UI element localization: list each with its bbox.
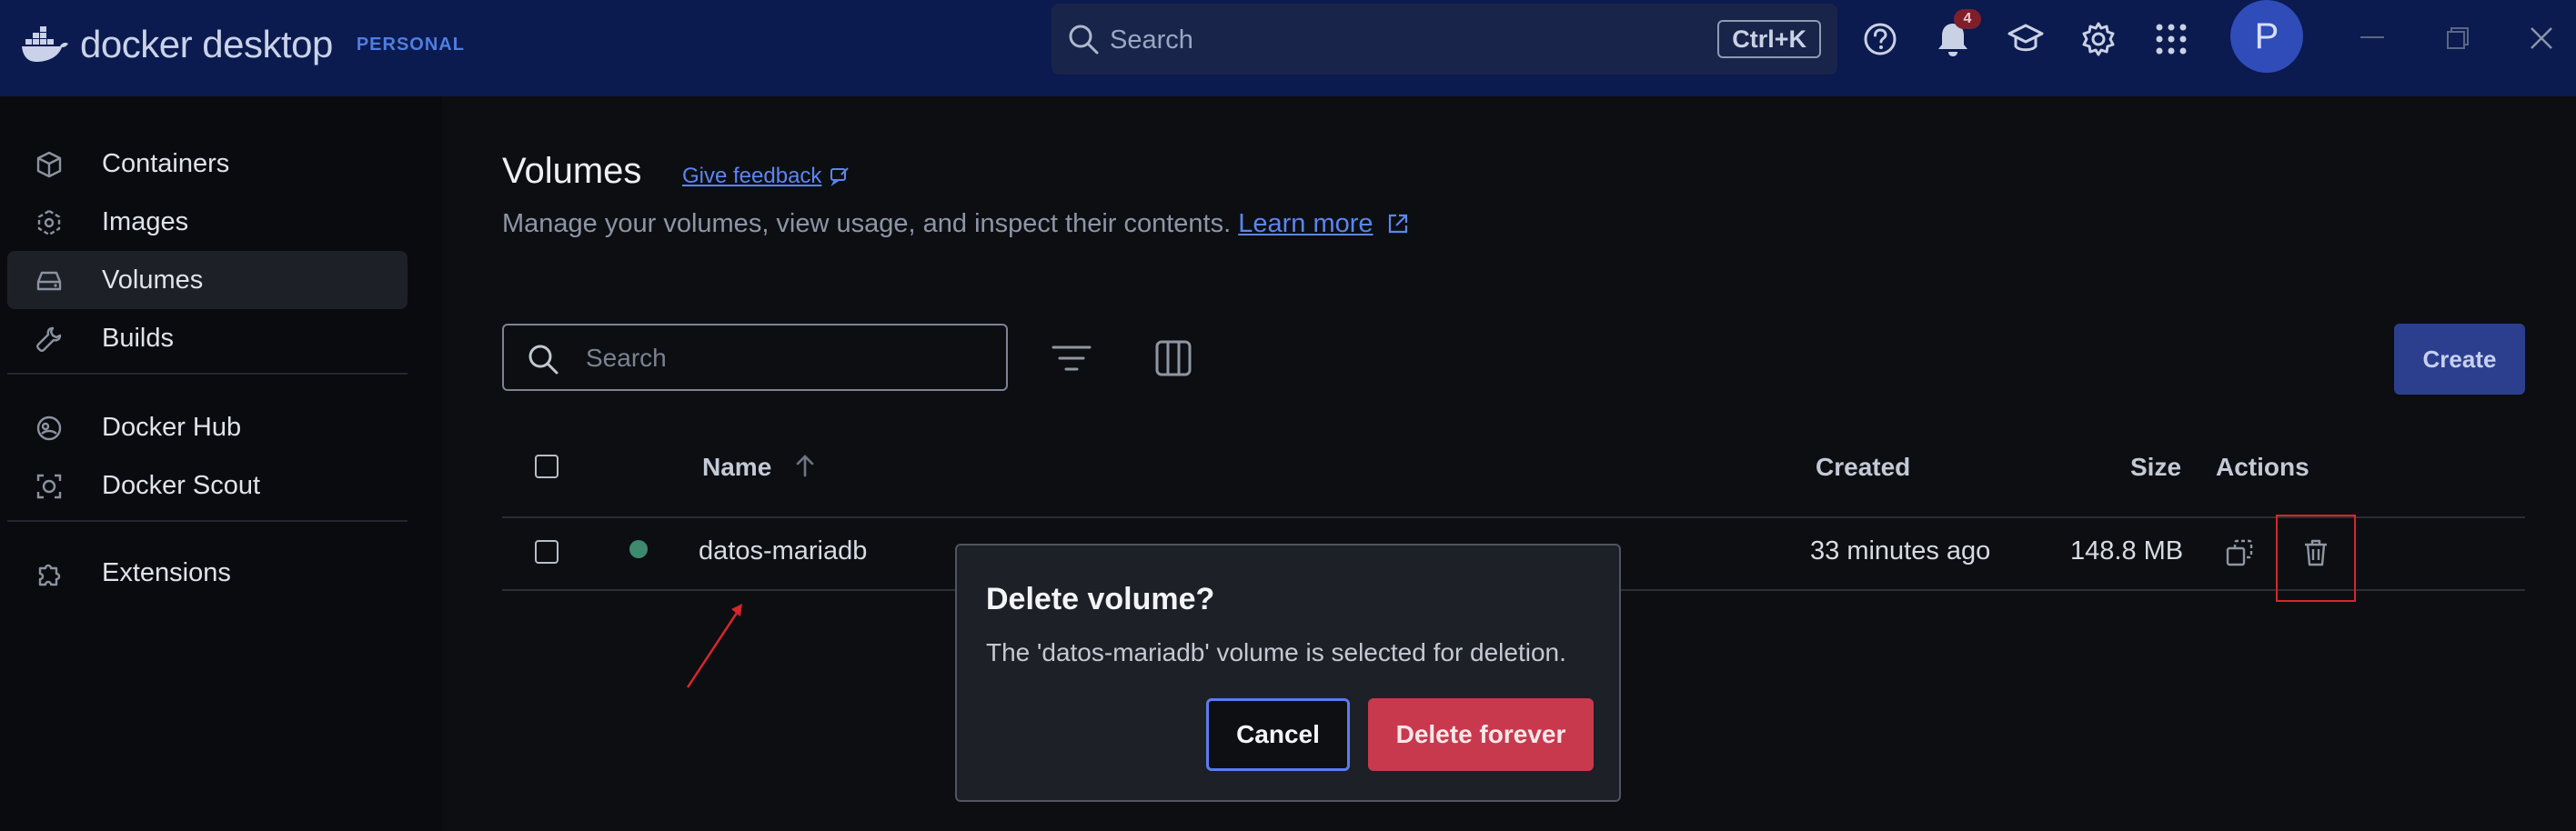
volume-created: 33 minutes ago <box>1810 536 1991 566</box>
sort-ascending-icon <box>796 455 814 477</box>
annotation-arrow-icon <box>686 604 742 688</box>
user-avatar[interactable]: P <box>2230 0 2303 73</box>
sidebar-item-label: Containers <box>102 148 230 178</box>
minimize-icon[interactable] <box>2354 22 2390 55</box>
column-header-name-label: Name <box>702 453 772 481</box>
sidebar-item-label: Extensions <box>102 557 231 587</box>
annotation-highlight-box <box>2276 515 2356 602</box>
column-header-name[interactable]: Name <box>702 453 815 482</box>
brand-name: docker desktop <box>80 23 333 65</box>
builds-icon <box>35 325 64 354</box>
search-icon <box>526 342 560 381</box>
subtitle-text: Manage your volumes, view usage, and ins… <box>502 209 1232 238</box>
settings-gear-icon[interactable] <box>2078 18 2119 60</box>
volume-in-use-indicator <box>629 540 648 558</box>
clone-volume-icon[interactable] <box>2223 536 2256 569</box>
cancel-button[interactable]: Cancel <box>1206 698 1350 771</box>
sidebar-item-extensions[interactable]: Extensions <box>7 544 408 602</box>
filter-icon[interactable] <box>1048 335 1095 382</box>
apps-grid-icon[interactable] <box>2150 18 2192 60</box>
docker-whale-icon <box>22 26 68 62</box>
volume-name[interactable]: datos-mariadb <box>699 536 867 566</box>
table-header-divider <box>502 516 2525 518</box>
close-window-icon[interactable] <box>2523 22 2560 55</box>
docker-scout-icon <box>35 472 64 501</box>
dialog-message: The 'datos-mariadb' volume is selected f… <box>986 638 1566 666</box>
title-bar: docker desktop PERSONAL Search Ctrl+K 4 … <box>0 0 2576 96</box>
page-subtitle: Manage your volumes, view usage, and ins… <box>502 209 1410 239</box>
page-title: Volumes <box>502 151 642 191</box>
docker-hub-icon <box>35 414 64 443</box>
restore-icon[interactable] <box>2440 22 2476 55</box>
delete-forever-button[interactable]: Delete forever <box>1368 698 1594 771</box>
sidebar-item-containers[interactable]: Containers <box>7 135 408 193</box>
sidebar-item-label: Builds <box>102 323 174 353</box>
table-columns-icon[interactable] <box>1150 335 1197 382</box>
volume-search-input[interactable] <box>586 338 986 378</box>
sidebar-item-label: Docker Hub <box>102 412 242 442</box>
sidebar-item-builds[interactable]: Builds <box>7 309 408 367</box>
global-search-bar[interactable]: Search Ctrl+K <box>1052 4 1837 75</box>
select-all-checkbox[interactable] <box>535 455 558 478</box>
give-feedback-link[interactable]: Give feedback <box>682 164 850 189</box>
global-search-placeholder: Search <box>1110 25 1193 55</box>
sidebar-item-label: Volumes <box>102 265 204 295</box>
external-link-icon <box>1388 214 1407 234</box>
plan-label: PERSONAL <box>356 34 465 55</box>
images-icon <box>35 208 64 237</box>
sidebar-item-images[interactable]: Images <box>7 193 408 251</box>
sidebar-divider <box>7 520 408 522</box>
sidebar-item-volumes[interactable]: Volumes <box>7 251 408 309</box>
feedback-icon <box>830 167 850 186</box>
keyboard-shortcut-hint: Ctrl+K <box>1717 20 1821 58</box>
learning-center-icon[interactable] <box>2005 18 2047 60</box>
sidebar-nav: Containers Images Volumes Builds Docker … <box>0 96 442 831</box>
containers-icon <box>35 150 64 179</box>
sidebar-divider <box>7 373 408 375</box>
column-header-actions: Actions <box>2216 453 2309 481</box>
notification-count-badge: 4 <box>1954 9 1981 29</box>
sidebar-item-docker-hub[interactable]: Docker Hub <box>7 398 408 456</box>
column-header-created[interactable]: Created <box>1816 453 1910 482</box>
sidebar-item-docker-scout[interactable]: Docker Scout <box>7 456 408 515</box>
learn-more-link[interactable]: Learn more <box>1238 209 1373 238</box>
volume-search-box[interactable] <box>502 324 1008 391</box>
volumes-icon <box>35 266 64 295</box>
give-feedback-label: Give feedback <box>682 164 822 188</box>
column-header-size[interactable]: Size <box>2130 453 2181 482</box>
help-icon[interactable] <box>1859 18 1901 60</box>
docker-desktop-logo: docker desktop PERSONAL <box>20 13 465 76</box>
create-volume-button[interactable]: Create <box>2394 324 2525 395</box>
sidebar-item-label: Docker Scout <box>102 470 261 500</box>
delete-volume-dialog: Delete volume? The 'datos-mariadb' volum… <box>955 544 1621 802</box>
dialog-title: Delete volume? <box>986 582 1215 616</box>
search-icon <box>1066 22 1101 61</box>
row-select-checkbox[interactable] <box>535 540 558 564</box>
volume-size: 148.8 MB <box>2070 536 2184 566</box>
extensions-icon <box>35 559 64 588</box>
sidebar-item-label: Images <box>102 206 189 236</box>
